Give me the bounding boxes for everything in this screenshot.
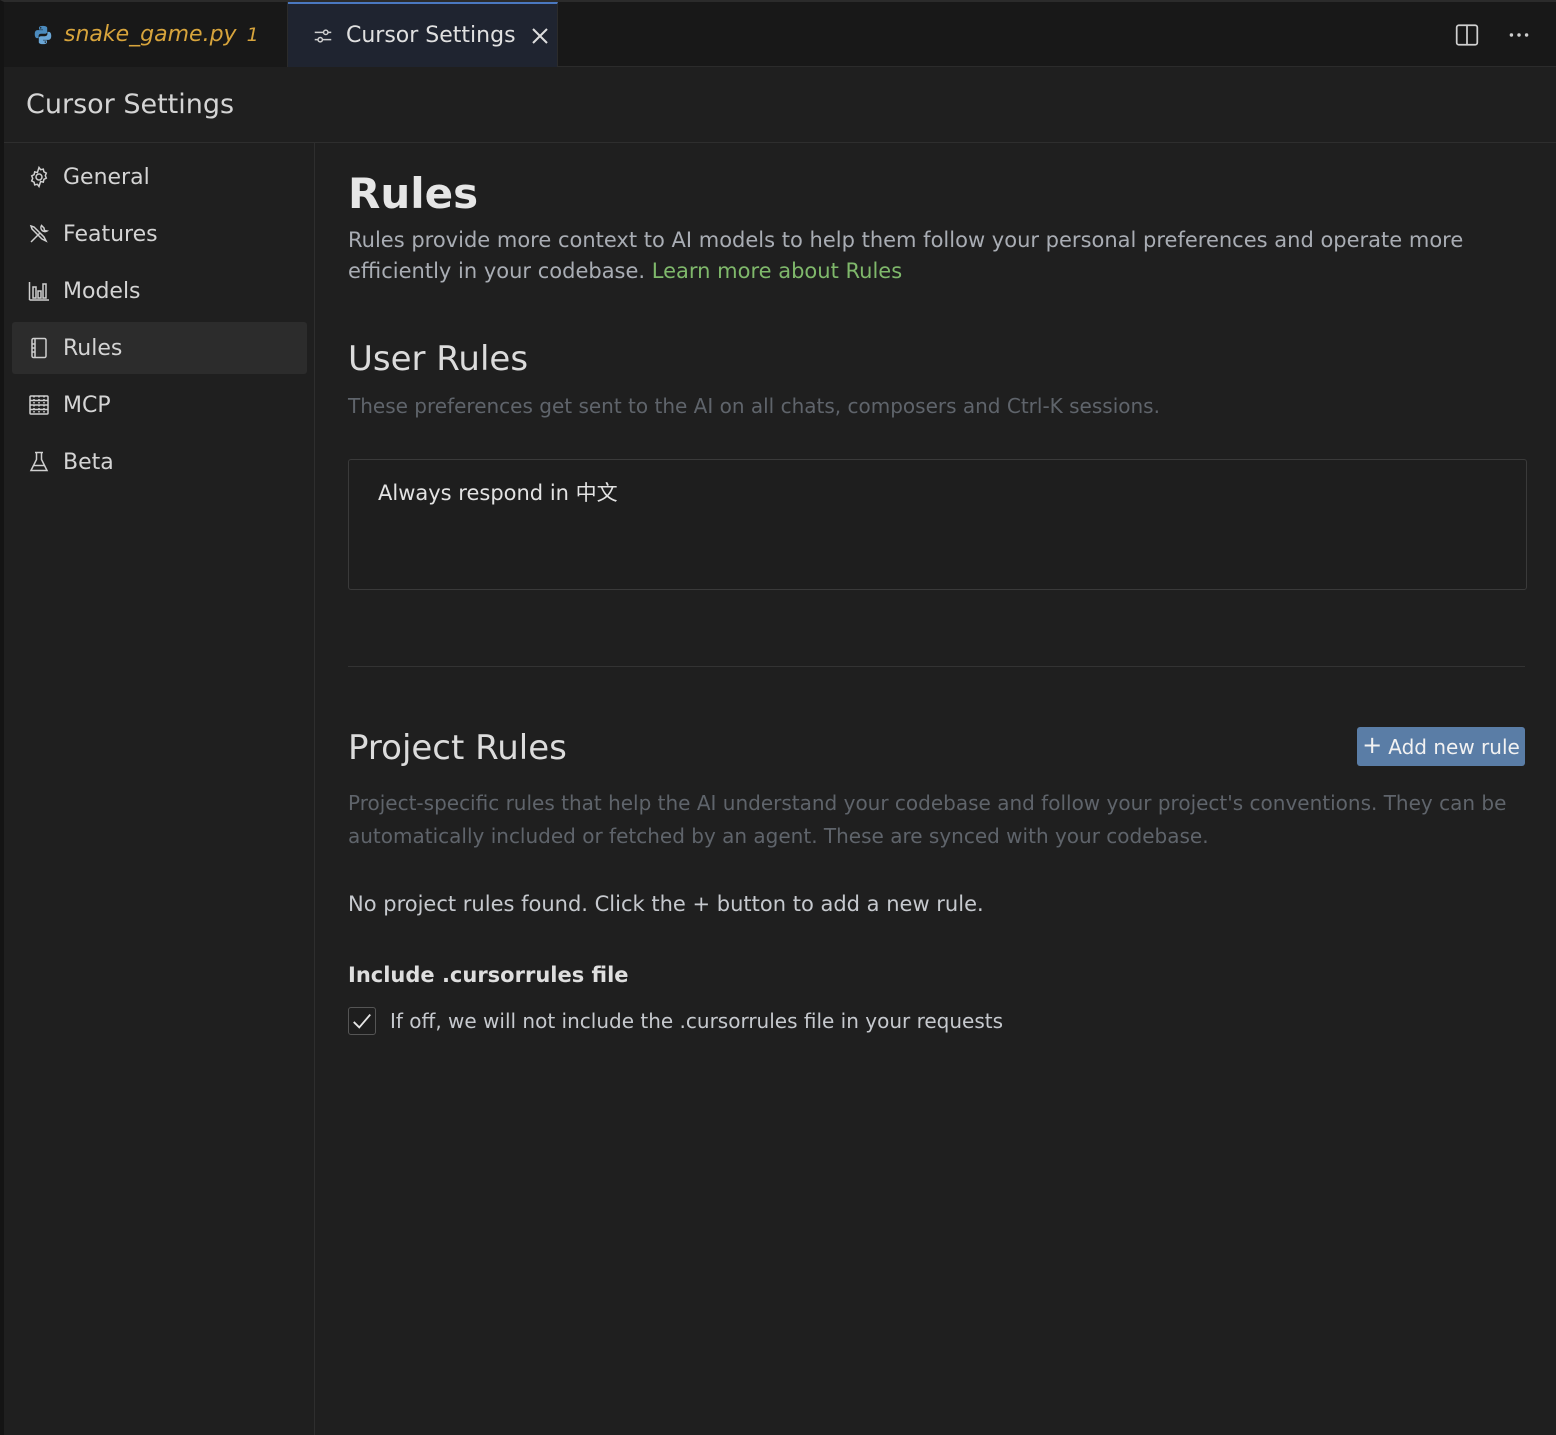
cursorrules-label: Include .cursorrules file	[348, 963, 629, 987]
rules-description-text: Rules provide more context to AI models …	[348, 228, 1464, 283]
user-rules-heading: User Rules	[348, 339, 529, 379]
project-rules-heading: Project Rules	[348, 728, 567, 768]
sidebar-item-models[interactable]: Models	[12, 265, 307, 317]
gear-icon	[26, 164, 52, 190]
project-rules-subtitle: Project-specific rules that help the AI …	[348, 791, 1507, 848]
add-new-rule-label: Add new rule	[1388, 734, 1520, 759]
problem-count-badge: 1	[246, 23, 259, 46]
more-actions-icon[interactable]	[1504, 20, 1534, 50]
settings-sliders-icon	[312, 25, 334, 47]
section-divider	[348, 666, 1525, 667]
rules-description: Rules provide more context to AI models …	[348, 225, 1518, 287]
sidebar-item-label: Rules	[63, 335, 123, 361]
checkmark-icon	[353, 1013, 371, 1029]
settings-window: snake_game.py 1 Cursor Settings Cursor S…	[0, 0, 1556, 1435]
sidebar-item-label: MCP	[63, 392, 111, 418]
server-icon	[26, 392, 52, 418]
book-icon	[26, 335, 52, 361]
user-rules-subtitle: These preferences get sent to the AI on …	[348, 394, 1160, 418]
sidebar-item-label: Features	[63, 221, 158, 247]
sidebar-item-rules[interactable]: Rules	[12, 322, 307, 374]
settings-sidebar: General Features Models Rules MCP Beta	[4, 143, 315, 1435]
tabbar-actions	[1452, 2, 1534, 67]
rules-heading: Rules	[348, 169, 479, 218]
page-title: Cursor Settings	[26, 89, 235, 120]
user-rules-input[interactable]: Always respond in 中文	[348, 459, 1527, 590]
sidebar-item-general[interactable]: General	[12, 151, 307, 203]
plus-icon: +	[1362, 731, 1383, 759]
sidebar-item-features[interactable]: Features	[12, 208, 307, 260]
tab-cursor-settings[interactable]: Cursor Settings	[288, 2, 558, 67]
page-header: Cursor Settings	[4, 67, 1556, 143]
tab-label: Cursor Settings	[346, 23, 516, 48]
tab-label: snake_game.py	[64, 22, 237, 47]
bar-chart-icon	[26, 278, 52, 304]
cursorrules-checkbox-label: If off, we will not include the .cursorr…	[390, 1009, 1004, 1033]
split-editor-icon[interactable]	[1452, 20, 1482, 50]
learn-more-link[interactable]: Learn more about Rules	[652, 259, 902, 283]
sidebar-item-mcp[interactable]: MCP	[12, 379, 307, 431]
tab-snake-game[interactable]: snake_game.py 1	[4, 2, 288, 67]
editor-tab-bar: snake_game.py 1 Cursor Settings	[4, 2, 1556, 67]
cursorrules-checkbox[interactable]	[348, 1007, 376, 1035]
sidebar-item-label: General	[63, 164, 150, 190]
close-icon[interactable]	[530, 26, 550, 46]
cursorrules-option: If off, we will not include the .cursorr…	[348, 1007, 1003, 1035]
sidebar-item-beta[interactable]: Beta	[12, 436, 307, 488]
empty-rules-message: No project rules found. Click the + butt…	[348, 892, 984, 916]
add-new-rule-button[interactable]: + Add new rule	[1357, 727, 1525, 766]
python-icon	[32, 24, 54, 46]
sidebar-item-label: Beta	[63, 449, 114, 475]
flask-icon	[26, 449, 52, 475]
sidebar-item-label: Models	[63, 278, 141, 304]
tools-icon	[26, 221, 52, 247]
